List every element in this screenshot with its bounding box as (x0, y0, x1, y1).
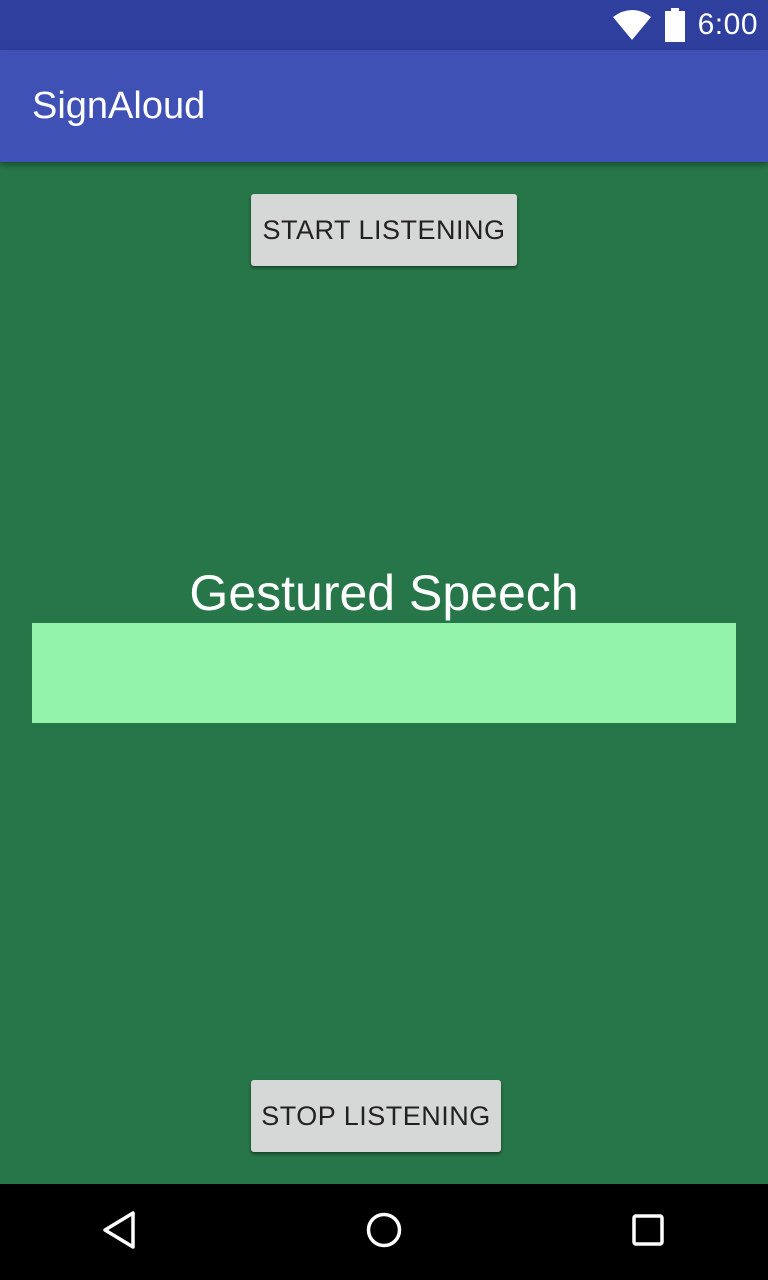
back-button[interactable] (72, 1184, 168, 1280)
status-icons: 6:00 (612, 0, 758, 50)
speech-output-field (32, 623, 736, 723)
status-bar: 6:00 (0, 0, 768, 50)
app-bar: SignAloud (0, 50, 768, 162)
home-icon (364, 1210, 404, 1255)
wifi-icon (612, 9, 652, 41)
recents-button[interactable] (600, 1184, 696, 1280)
status-time: 6:00 (697, 8, 758, 41)
navigation-bar (0, 1184, 768, 1280)
app-title: SignAloud (32, 85, 206, 127)
start-listening-button[interactable]: START LISTENING (251, 194, 517, 266)
main-content: START LISTENING Gestured Speech STOP LIS… (0, 162, 768, 1184)
stop-listening-button[interactable]: STOP LISTENING (251, 1080, 501, 1152)
back-icon (100, 1210, 140, 1255)
home-button[interactable] (336, 1184, 432, 1280)
battery-icon (664, 8, 686, 42)
gestured-speech-label: Gestured Speech (189, 565, 579, 621)
recents-icon (628, 1210, 668, 1255)
